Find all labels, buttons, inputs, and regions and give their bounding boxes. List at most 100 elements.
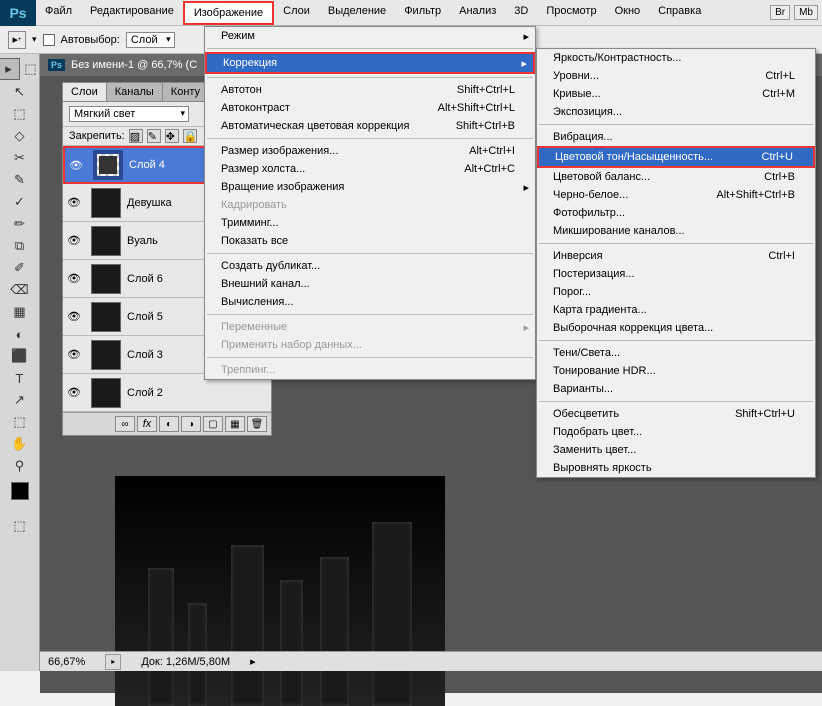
menu-item[interactable]: Фотофильтр... (537, 204, 815, 222)
visibility-icon[interactable]: 👁 (63, 310, 85, 323)
tool-1[interactable]: ⬚ (9, 103, 31, 125)
tool-7[interactable]: ⧉ (9, 235, 31, 257)
menu-item[interactable]: Карта градиента... (537, 301, 815, 319)
tool-0[interactable]: ↖ (9, 81, 31, 103)
layer-thumbnail[interactable] (91, 340, 121, 370)
autoselect-checkbox[interactable] (43, 34, 55, 46)
menu-item[interactable]: ОбесцветитьShift+Ctrl+U (537, 405, 815, 423)
menu-item[interactable]: Показать все (205, 232, 535, 250)
menu-item[interactable]: Уровни...Ctrl+L (537, 67, 815, 85)
menu-item[interactable]: Экспозиция... (537, 103, 815, 121)
tool-11[interactable]: ◐ (9, 323, 31, 345)
menu-item[interactable]: Автоматическая цветовая коррекцияShift+C… (205, 117, 535, 135)
menubar-btn-mb[interactable]: Mb (794, 5, 818, 20)
menu-item[interactable]: Выборочная коррекция цвета... (537, 319, 815, 337)
layer-group-icon[interactable]: ▢ (203, 416, 223, 432)
menu-item[interactable]: Внешний канал... (205, 275, 535, 293)
status-menu-icon[interactable]: ▸ (250, 655, 256, 668)
delete-layer-icon[interactable]: 🗑 (247, 416, 267, 432)
menu-item[interactable]: Создать дубликат... (205, 257, 535, 275)
menu-item[interactable]: Черно-белое...Alt+Shift+Ctrl+B (537, 186, 815, 204)
layer-thumbnail[interactable] (91, 302, 121, 332)
tool-5[interactable]: ✓ (9, 191, 31, 213)
tool-16[interactable]: ✋ (9, 433, 31, 455)
lock-transparency[interactable]: ▨ (129, 129, 143, 143)
visibility-icon[interactable]: 👁 (63, 272, 85, 285)
foreground-color[interactable] (11, 482, 29, 500)
tool-13[interactable]: T (9, 367, 31, 389)
visibility-icon[interactable]: 👁 (63, 386, 85, 399)
tool-10[interactable]: ▦ (9, 301, 31, 323)
menu-редактирование[interactable]: Редактирование (81, 1, 183, 25)
lock-move[interactable]: ✥ (165, 129, 179, 143)
menu-фильтр[interactable]: Фильтр (395, 1, 450, 25)
layer-mask-icon[interactable]: ◐ (159, 416, 179, 432)
menu-item[interactable]: Заменить цвет... (537, 441, 815, 459)
menu-item[interactable]: ИнверсияCtrl+I (537, 247, 815, 265)
menu-изображение[interactable]: Изображение (183, 1, 274, 25)
autoselect-dropdown[interactable]: Слой (126, 32, 175, 48)
screen-mode[interactable]: ⬚ (9, 515, 31, 537)
menu-item[interactable]: Режим (205, 27, 535, 45)
menu-item[interactable]: Яркость/Контрастность... (537, 49, 815, 67)
blend-mode-dropdown[interactable]: Мягкий свет (69, 106, 189, 122)
background-color[interactable] (18, 489, 36, 507)
menu-item[interactable]: АвтотонShift+Ctrl+L (205, 81, 535, 99)
tool-3[interactable]: ✂ (9, 147, 31, 169)
tool-6[interactable]: ✏ (9, 213, 31, 235)
menu-item[interactable]: АвтоконтрастAlt+Shift+Ctrl+L (205, 99, 535, 117)
menubar-btn-br[interactable]: Br (770, 5, 790, 20)
menu-файл[interactable]: Файл (36, 1, 81, 25)
tool-14[interactable]: ↗ (9, 389, 31, 411)
status-arrow-icon[interactable]: ▸ (105, 654, 121, 670)
menu-item[interactable]: Тонирование HDR... (537, 362, 815, 380)
menu-item[interactable]: Коррекция (205, 52, 535, 74)
menu-справка[interactable]: Справка (649, 1, 710, 25)
visibility-icon[interactable]: 👁 (65, 159, 87, 172)
new-layer-icon[interactable]: ▦ (225, 416, 245, 432)
tool-17[interactable]: ⚲ (9, 455, 31, 477)
lock-all[interactable]: 🔒 (183, 129, 197, 143)
menu-item[interactable]: Цветовой тон/Насыщенность...Ctrl+U (537, 146, 815, 168)
lock-paint[interactable]: ✎ (147, 129, 161, 143)
menu-окно[interactable]: Окно (606, 1, 650, 25)
layer-thumbnail[interactable] (91, 226, 121, 256)
layer-fx-icon[interactable]: fx (137, 416, 157, 432)
tool-15[interactable]: ⬚ (9, 411, 31, 433)
menu-item[interactable]: Размер холста...Alt+Ctrl+C (205, 160, 535, 178)
tab-layers[interactable]: Слои (63, 83, 107, 101)
menu-слои[interactable]: Слои (274, 1, 319, 25)
link-layers-icon[interactable]: ∞ (115, 416, 135, 432)
menu-item[interactable]: Микширование каналов... (537, 222, 815, 240)
menu-item[interactable]: Тримминг... (205, 214, 535, 232)
tool-move[interactable]: ▸ (0, 58, 20, 80)
zoom-level[interactable]: 66,67% (48, 656, 85, 668)
adjustment-layer-icon[interactable]: ◑ (181, 416, 201, 432)
tab-paths[interactable]: Конту (163, 83, 209, 101)
menu-item[interactable]: Вращение изображения (205, 178, 535, 196)
menu-просмотр[interactable]: Просмотр (537, 1, 605, 25)
layer-thumbnail[interactable] (93, 150, 123, 180)
menu-item[interactable]: Порог... (537, 283, 815, 301)
menu-item[interactable]: Вычисления... (205, 293, 535, 311)
menu-item[interactable]: Выровнять яркость (537, 459, 815, 477)
menu-item[interactable]: Кривые...Ctrl+M (537, 85, 815, 103)
tool-12[interactable]: ⬛ (9, 345, 31, 367)
menu-выделение[interactable]: Выделение (319, 1, 395, 25)
visibility-icon[interactable]: 👁 (63, 348, 85, 361)
visibility-icon[interactable]: 👁 (63, 196, 85, 209)
visibility-icon[interactable]: 👁 (63, 234, 85, 247)
menu-item[interactable]: Цветовой баланс...Ctrl+B (537, 168, 815, 186)
menu-item[interactable]: Постеризация... (537, 265, 815, 283)
menu-item[interactable]: Размер изображения...Alt+Ctrl+I (205, 142, 535, 160)
menu-анализ[interactable]: Анализ (450, 1, 505, 25)
menu-item[interactable]: Подобрать цвет... (537, 423, 815, 441)
menu-item[interactable]: Вибрация... (537, 128, 815, 146)
tool-4[interactable]: ✎ (9, 169, 31, 191)
layer-thumbnail[interactable] (91, 264, 121, 294)
layer-thumbnail[interactable] (91, 378, 121, 408)
tab-channels[interactable]: Каналы (107, 83, 163, 101)
tool-arrange[interactable]: ⬚ (20, 58, 42, 80)
tool-2[interactable]: ◇ (9, 125, 31, 147)
tool-8[interactable]: ✐ (9, 257, 31, 279)
